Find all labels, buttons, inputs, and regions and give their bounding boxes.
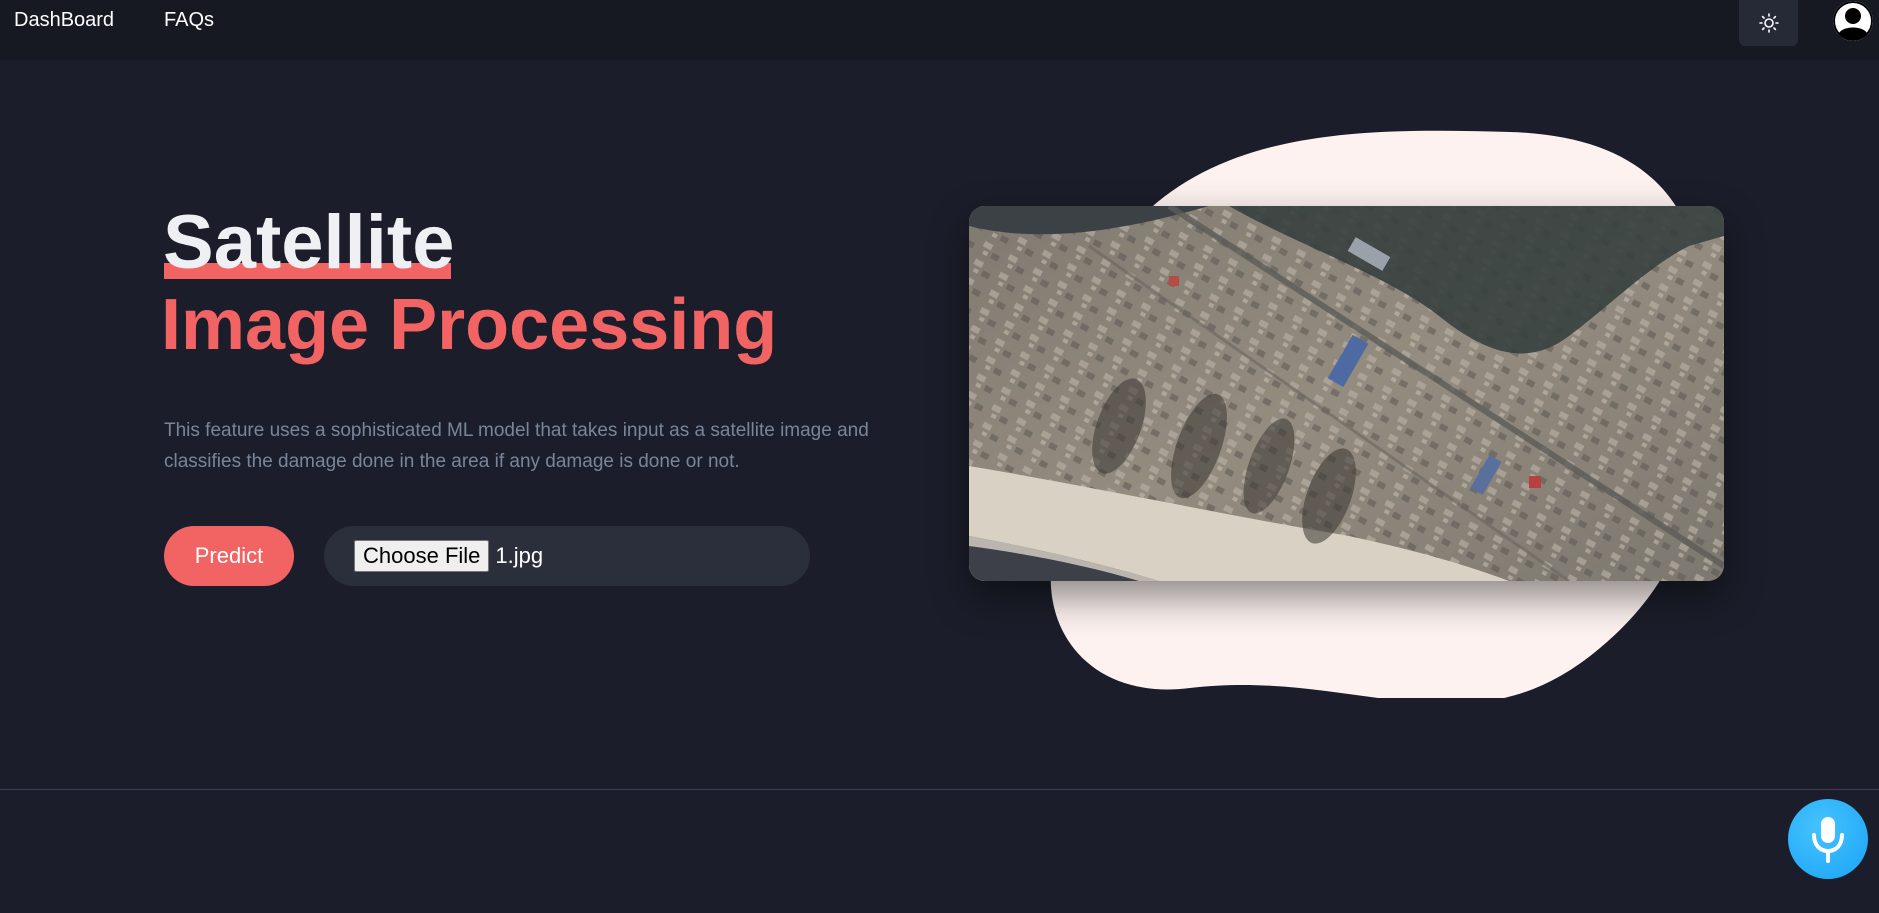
- file-upload-field[interactable]: Choose File 1.jpg: [324, 526, 810, 586]
- choose-file-button[interactable]: Choose File: [354, 540, 490, 572]
- voice-assistant-button[interactable]: [1788, 799, 1868, 879]
- selected-file-name: 1.jpg: [495, 543, 544, 568]
- user-icon: [1833, 1, 1873, 41]
- satellite-image: [969, 206, 1724, 581]
- footer-divider: [0, 789, 1879, 790]
- predict-button[interactable]: Predict: [164, 526, 294, 586]
- nav-dashboard-link[interactable]: DashBoard: [14, 9, 114, 32]
- avatar-button[interactable]: [1833, 1, 1873, 41]
- hero-description: This feature uses a sophisticated ML mod…: [164, 420, 869, 472]
- top-navbar: DashBoard FAQs: [0, 0, 1879, 60]
- theme-toggle-button[interactable]: [1739, 0, 1798, 46]
- nav-faqs-link[interactable]: FAQs: [164, 9, 214, 32]
- hero-title-satellite: Satellite: [163, 200, 455, 285]
- hero-title-image-processing: Image Processing: [161, 285, 778, 365]
- sun-icon: [1758, 13, 1779, 33]
- microphone-icon: [1812, 817, 1844, 863]
